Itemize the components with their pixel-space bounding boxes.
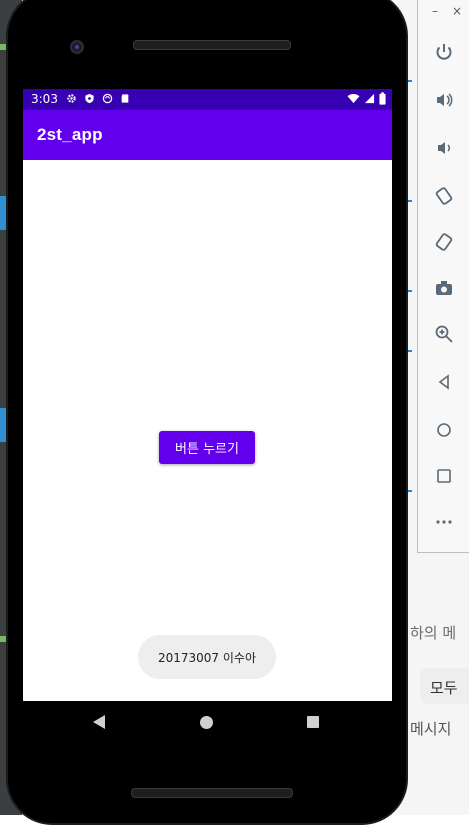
rotate-right-icon[interactable]: [432, 230, 456, 254]
back-icon[interactable]: [93, 715, 105, 729]
status-bar: 3:03: [23, 89, 392, 110]
sync-icon: [101, 92, 113, 104]
back-icon[interactable]: [432, 370, 456, 394]
emulator-toolbar: – ×: [417, 0, 469, 553]
power-icon[interactable]: [432, 40, 456, 64]
press-button[interactable]: 버튼 누르기: [159, 431, 255, 464]
close-button[interactable]: ×: [452, 4, 462, 18]
status-notification-icons: [65, 92, 131, 104]
status-time: 3:03: [31, 92, 58, 106]
host-text: 하의 메: [410, 624, 457, 642]
earpiece-speaker: [133, 40, 291, 50]
app-bar: 2st_app: [23, 110, 392, 160]
host-chip-label: 모두: [430, 679, 458, 697]
shield-icon: [83, 92, 95, 104]
volume-down-icon[interactable]: [432, 136, 456, 160]
app-title: 2st_app: [37, 125, 103, 144]
status-system-icons: [347, 92, 386, 108]
battery-icon: [379, 92, 386, 108]
volume-up-icon[interactable]: [432, 88, 456, 112]
more-icon[interactable]: [432, 510, 456, 534]
overview-icon[interactable]: [432, 464, 456, 488]
wifi-icon: [347, 93, 360, 107]
host-chip[interactable]: 모두: [420, 668, 469, 704]
emulator-window-controls: – ×: [418, 4, 469, 24]
host-text: 메시지: [410, 720, 452, 738]
sd-card-icon: [119, 92, 131, 104]
device-screen: 3:03 2st_app 버튼 누르기 20173007 이수아: [23, 89, 392, 701]
signal-icon: [364, 93, 375, 107]
minimize-button[interactable]: –: [432, 4, 438, 18]
gear-icon: [65, 92, 77, 104]
recents-icon[interactable]: [307, 716, 319, 728]
home-icon[interactable]: [432, 418, 456, 442]
zoom-icon[interactable]: [432, 322, 456, 346]
home-icon[interactable]: [200, 716, 213, 729]
screenshot-icon[interactable]: [432, 276, 456, 300]
front-camera: [70, 40, 84, 54]
bottom-speaker: [131, 788, 293, 798]
navigation-bar: [23, 701, 392, 745]
toast-message: 20173007 이수아: [138, 635, 276, 679]
rotate-left-icon[interactable]: [432, 184, 456, 208]
